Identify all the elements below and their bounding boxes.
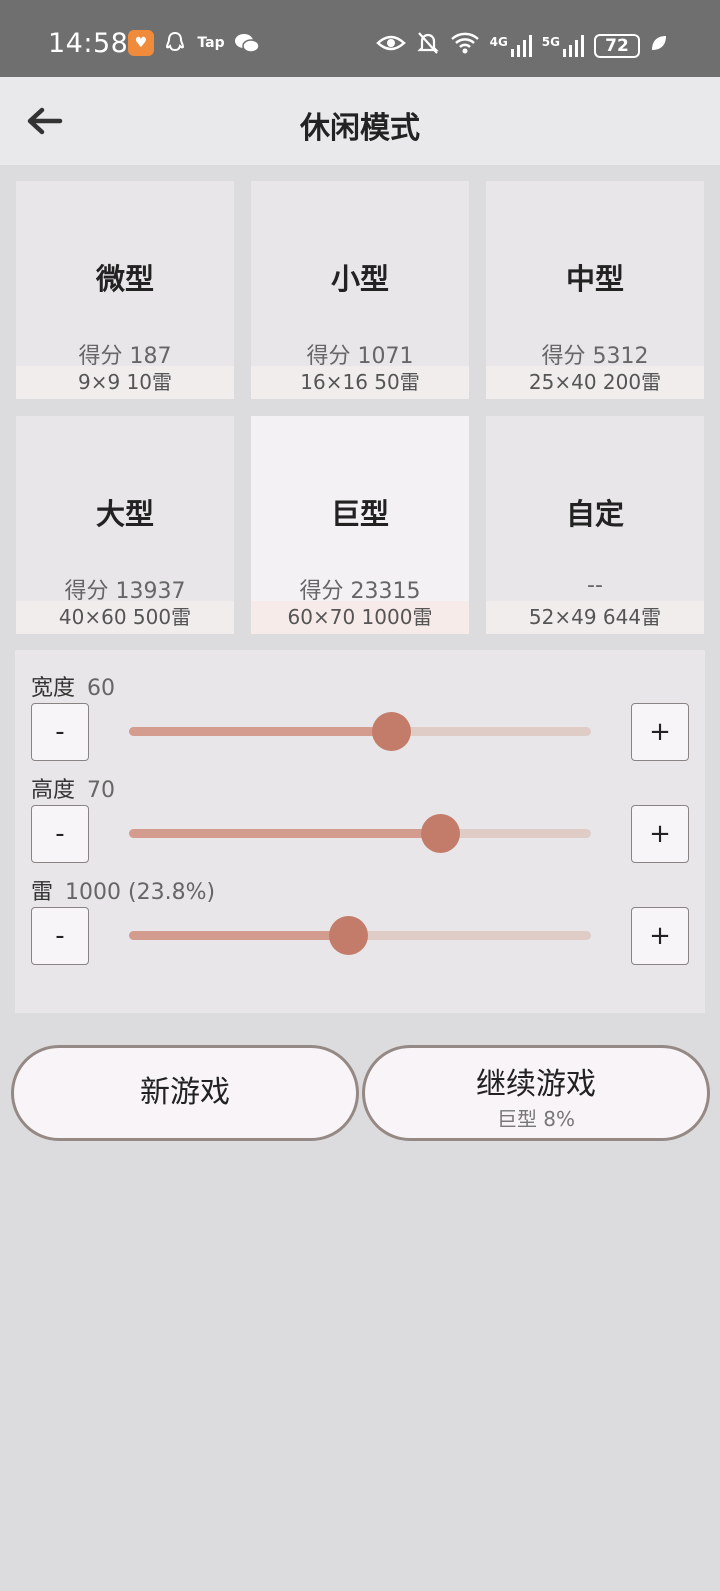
width-label: 宽度: [31, 676, 76, 701]
mode-name: 巨型: [330, 497, 389, 531]
mode-spec: 40×60 500雷: [16, 601, 234, 634]
mode-tile-huge[interactable]: 巨型 得分 23315 60×70 1000雷: [251, 416, 469, 634]
continue-game-progress: 巨型 8%: [496, 1107, 576, 1131]
mode-tile-small[interactable]: 小型 得分 1071 16×16 50雷: [251, 181, 469, 399]
width-plus-button[interactable]: +: [631, 703, 689, 761]
mines-label-row: 雷 1000 (23.8%): [31, 874, 215, 906]
mines-label: 雷: [31, 880, 54, 905]
mode-name: 微型: [95, 262, 154, 296]
mode-tile-micro[interactable]: 微型 得分 187 9×9 10雷: [16, 181, 234, 399]
width-slider[interactable]: [129, 712, 591, 751]
height-plus-button[interactable]: +: [631, 805, 689, 863]
wechat-icon: [234, 30, 260, 56]
mode-spec: 9×9 10雷: [16, 366, 234, 399]
width-value: 60: [87, 676, 116, 701]
signal-4g-icon: 4G: [490, 34, 532, 57]
app-header: 休闲模式: [0, 77, 720, 165]
height-slider[interactable]: [129, 814, 591, 853]
mode-score: --: [587, 573, 603, 598]
leaf-icon: [650, 34, 668, 57]
heart-app-icon: ♥: [128, 30, 154, 56]
mode-name: 中型: [565, 262, 624, 296]
slider-fill: [129, 931, 349, 940]
eye-icon: [375, 33, 406, 58]
mode-name: 大型: [95, 497, 154, 531]
height-label: 高度: [31, 778, 76, 803]
slider-thumb[interactable]: [420, 814, 460, 853]
battery-icon: 72: [594, 33, 640, 58]
width-minus-button[interactable]: -: [31, 703, 89, 761]
mines-plus-button[interactable]: +: [631, 907, 689, 965]
mode-tile-medium[interactable]: 中型 得分 5312 25×40 200雷: [486, 181, 704, 399]
slider-thumb[interactable]: [372, 712, 412, 751]
wifi-icon: [450, 31, 480, 60]
height-label-row: 高度 70: [31, 772, 115, 804]
mode-spec: 52×49 644雷: [486, 601, 704, 634]
mines-minus-button[interactable]: -: [31, 907, 89, 965]
mines-value: 1000 (23.8%): [65, 880, 216, 905]
slider-fill: [129, 829, 440, 838]
qq-icon: [162, 30, 188, 56]
custom-settings-panel: 宽度 60 - + 高度 70 - + 雷 1000 (23.8%) - +: [15, 650, 705, 1013]
new-game-button[interactable]: 新游戏: [11, 1045, 359, 1141]
signal-5g-icon: 5G: [542, 34, 584, 57]
continue-game-label: 继续游戏: [476, 1067, 596, 1102]
mode-spec: 16×16 50雷: [251, 366, 469, 399]
mode-spec: 25×40 200雷: [486, 366, 704, 399]
page-title: 休闲模式: [300, 111, 420, 146]
mines-slider[interactable]: [129, 916, 591, 955]
height-minus-button[interactable]: -: [31, 805, 89, 863]
status-bar: 14:58 ♥ Tap 4G 5G 72: [0, 0, 720, 77]
slider-fill: [129, 727, 392, 736]
status-time: 14:58: [48, 28, 129, 59]
height-value: 70: [87, 778, 116, 803]
tap-icon: Tap: [197, 35, 225, 51]
mode-tile-large[interactable]: 大型 得分 13937 40×60 500雷: [16, 416, 234, 634]
mode-name: 自定: [565, 497, 624, 531]
new-game-label: 新游戏: [140, 1075, 230, 1110]
width-label-row: 宽度 60: [31, 670, 115, 702]
continue-game-button[interactable]: 继续游戏 巨型 8%: [362, 1045, 710, 1141]
mode-spec: 60×70 1000雷: [251, 601, 469, 634]
mode-name: 小型: [330, 262, 389, 296]
mode-tile-custom[interactable]: 自定 -- 52×49 644雷: [486, 416, 704, 634]
slider-thumb[interactable]: [329, 916, 369, 955]
bell-muted-icon: [416, 30, 440, 61]
